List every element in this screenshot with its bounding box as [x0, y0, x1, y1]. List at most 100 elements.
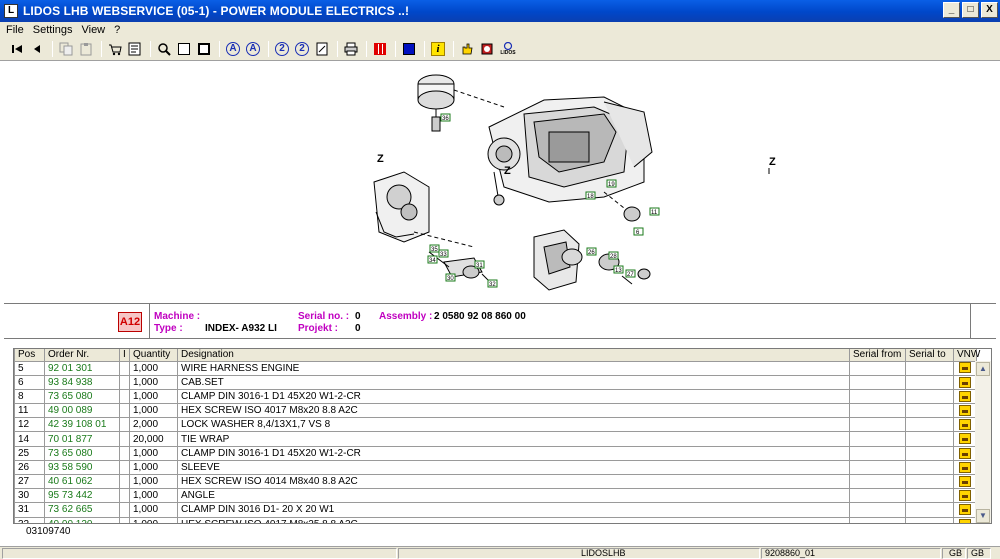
exploded-view-drawing[interactable]: Z Z Z 36 18 19 11 6 35 33 34 31 30 32 26…: [4, 62, 996, 302]
col-serial-to[interactable]: Serial to: [905, 349, 954, 362]
cell-order-nr: 95 73 442: [44, 488, 120, 504]
paste-button[interactable]: [77, 40, 95, 58]
menu-help[interactable]: ?: [114, 23, 120, 37]
minimize-button[interactable]: _: [943, 2, 960, 18]
document-number: 03109740: [26, 526, 71, 537]
info-button[interactable]: i: [429, 40, 447, 58]
vnw-icon[interactable]: [959, 447, 971, 459]
lidos-button[interactable]: LIDOS: [498, 40, 518, 58]
first-page-button[interactable]: [8, 40, 26, 58]
vnw-icon[interactable]: [959, 518, 971, 523]
col-quantity[interactable]: Quantity: [129, 349, 178, 362]
vnw-icon[interactable]: [959, 390, 971, 402]
grid-icon: [374, 43, 386, 55]
vnw-icon[interactable]: [959, 461, 971, 473]
callout: 32: [489, 282, 496, 288]
fit-width-button[interactable]: [195, 40, 213, 58]
menu-file[interactable]: File: [6, 23, 24, 37]
col-designation[interactable]: Designation: [177, 349, 850, 362]
cart-button[interactable]: [106, 40, 124, 58]
col-pos[interactable]: Pos: [14, 349, 45, 362]
type-label: Type :: [154, 323, 183, 334]
col-i[interactable]: I: [119, 349, 130, 362]
scroll-up-button[interactable]: ▲: [976, 362, 990, 376]
previous-button[interactable]: [28, 40, 46, 58]
vertical-scrollbar[interactable]: ▲ ▼: [975, 361, 991, 523]
cell-designation: CLAMP DIN 3016 D1- 20 X 20 W1: [177, 502, 850, 518]
table-row[interactable]: 25 73 65 080 1,000 CLAMP DIN 3016-1 D1 45X2…: [14, 445, 977, 461]
table-row[interactable]: 14 70 01 877 20,000 TIE WRAP: [14, 431, 977, 447]
cell-designation: TIE WRAP: [177, 431, 850, 447]
fit-page-button[interactable]: [175, 40, 193, 58]
table-row[interactable]: 27 40 61 062 1,000 HEX SCREW ISO 4014 M8x40…: [14, 473, 977, 490]
blue-square-icon: [403, 43, 415, 55]
help-book-button[interactable]: [478, 40, 496, 58]
table-row[interactable]: 3240 00 120 1,000HEX SCREW ISO 4017 M8x25…: [14, 516, 977, 523]
table-row[interactable]: 8 73 65 080 1,000 CLAMP DIN 3016-1 D1 45X20…: [14, 388, 977, 405]
hand-tool-button[interactable]: [458, 40, 476, 58]
badge-panel: A12: [4, 304, 150, 338]
vnw-icon[interactable]: [959, 362, 971, 374]
edit-list-button[interactable]: [126, 40, 144, 58]
zoom-in-button[interactable]: [155, 40, 173, 58]
blue-square-button[interactable]: [400, 40, 418, 58]
print-button[interactable]: [342, 40, 360, 58]
chapter-badge[interactable]: A12: [118, 312, 142, 332]
cell-vnw: [953, 403, 977, 419]
table-row[interactable]: 5 92 01 301 1,000 WIRE HARNESS ENGINE: [14, 360, 977, 376]
cell-quantity: 1,000: [129, 502, 178, 518]
table-row[interactable]: 26 93 58 590 1,000 SLEEVE: [14, 459, 977, 476]
vnw-icon[interactable]: [959, 475, 971, 487]
table-row[interactable]: 11 49 00 089 1,000 HEX SCREW ISO 4017 M8x20…: [14, 403, 977, 419]
col-vnw[interactable]: VNW: [953, 349, 980, 362]
toolbar-separator: [101, 41, 102, 57]
table-row[interactable]: 12 42 39 108 01 2,000 LOCK WASHER 8,4/13X1,…: [14, 417, 977, 433]
help-book-icon: [481, 43, 493, 55]
cell-serial-from: [849, 360, 906, 376]
table-row[interactable]: 6 93 84 938 1,000 CAB.SET: [14, 374, 977, 390]
scroll-down-button[interactable]: ▼: [976, 509, 990, 523]
vnw-icon[interactable]: [959, 504, 971, 516]
search-2-button[interactable]: 2: [273, 40, 291, 58]
cell-i: [119, 388, 130, 405]
info-icon: i: [431, 42, 445, 56]
vnw-icon[interactable]: [959, 405, 971, 417]
search-a-next-button[interactable]: A: [244, 40, 262, 58]
cell-i: [119, 374, 130, 390]
assembly-value: 2 0580 92 08 860 00: [434, 311, 526, 322]
cell-serial-from: [849, 473, 906, 490]
callout: 13: [615, 268, 622, 274]
cell-order-nr: 93 84 938: [44, 374, 120, 390]
cell-quantity: 1,000: [129, 388, 178, 405]
projekt-value: 0: [355, 323, 361, 334]
cell-quantity: 1,000: [129, 445, 178, 461]
vnw-icon[interactable]: [959, 419, 971, 431]
menu-settings[interactable]: Settings: [33, 23, 73, 37]
table-row[interactable]: 31 73 62 665 1,000 CLAMP DIN 3016 D1- 20 X …: [14, 502, 977, 518]
cell-designation: CLAMP DIN 3016-1 D1 45X20 W1-2-CR: [177, 388, 850, 405]
callout: 33: [440, 252, 447, 258]
col-order[interactable]: Order Nr.: [44, 349, 120, 362]
fit-page-icon: [178, 43, 190, 55]
window-controls: _ □ X: [943, 2, 998, 18]
vnw-icon[interactable]: [959, 490, 971, 502]
cell-serial-from: [849, 431, 906, 447]
toolbar: A A 2 2 i LIDOS: [0, 38, 1000, 61]
callout: 11: [651, 210, 658, 216]
copy-button[interactable]: [57, 40, 75, 58]
search-2-next-button[interactable]: 2: [293, 40, 311, 58]
close-button[interactable]: X: [981, 2, 998, 18]
table-row[interactable]: 30 95 73 442 1,000 ANGLE: [14, 488, 977, 504]
vnw-icon[interactable]: [959, 433, 971, 445]
search-a-button[interactable]: A: [224, 40, 242, 58]
cell-quantity: 1,000: [129, 516, 178, 523]
menu-view[interactable]: View: [81, 23, 105, 37]
vnw-icon[interactable]: [959, 376, 971, 388]
col-serial-from[interactable]: Serial from: [849, 349, 906, 362]
grid-button[interactable]: [371, 40, 389, 58]
cell-i: [119, 502, 130, 518]
maximize-button[interactable]: □: [962, 2, 979, 18]
note-button[interactable]: [313, 40, 331, 58]
cell-serial-to: [905, 445, 954, 461]
toolbar-separator: [453, 41, 454, 57]
